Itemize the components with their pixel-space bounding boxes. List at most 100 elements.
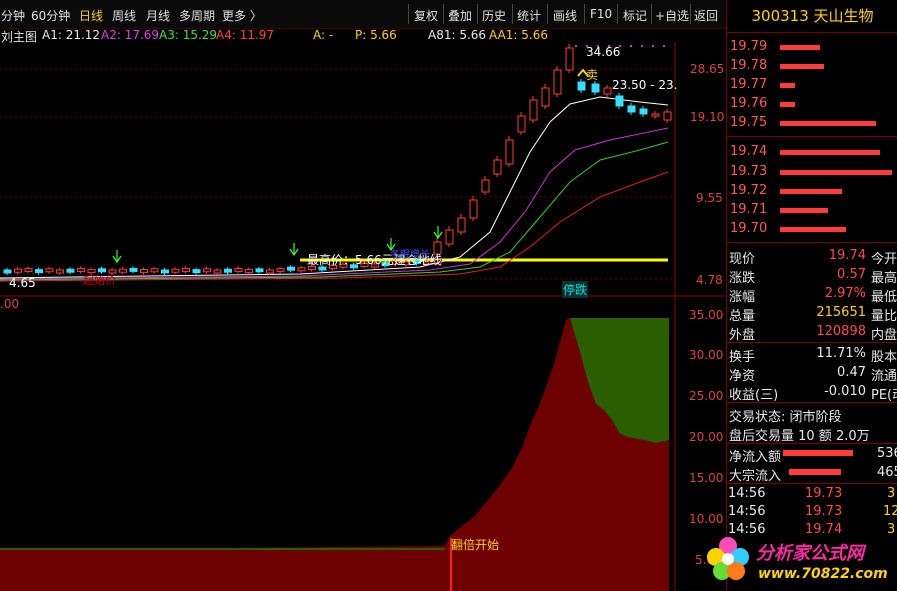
flow-value: 465 bbox=[877, 465, 897, 480]
history-button[interactable]: 历史 bbox=[482, 7, 506, 24]
candle bbox=[541, 87, 550, 107]
sub-top-label: .00 bbox=[0, 297, 20, 311]
indicator-p: P: 5.66 bbox=[355, 28, 397, 42]
divider bbox=[617, 4, 618, 24]
bid-row[interactable]: 19.72 bbox=[727, 181, 897, 200]
sub-area-red bbox=[0, 318, 669, 591]
double-start-label: 翻倍开始 bbox=[451, 538, 500, 552]
candle bbox=[224, 268, 232, 273]
quote-row: 净资 0.47 流通 bbox=[727, 363, 897, 384]
divider bbox=[727, 136, 897, 137]
statistics-button[interactable]: 统计 bbox=[517, 7, 541, 24]
quote-value: 215651 bbox=[816, 305, 866, 320]
watermark-url: www.70822.com bbox=[758, 566, 888, 582]
ask-row[interactable]: 19.76 bbox=[727, 94, 897, 113]
bid-row[interactable]: 19.73 bbox=[727, 162, 897, 181]
y-label-sub: 20.00 bbox=[689, 430, 724, 444]
candle bbox=[651, 113, 660, 117]
ask-bar bbox=[780, 64, 824, 69]
ask-price: 19.76 bbox=[730, 96, 768, 111]
bid-row[interactable]: 19.74 bbox=[727, 142, 897, 161]
bid-bar bbox=[780, 208, 828, 213]
ask-bar bbox=[780, 83, 795, 88]
candle bbox=[192, 269, 201, 274]
tab-more[interactable]: 更多 〉 bbox=[222, 7, 262, 24]
tick-price: 19.73 bbox=[805, 486, 843, 501]
restore-rights-button[interactable]: 复权 bbox=[414, 7, 438, 24]
indicator-a1: A1: 21.12 bbox=[42, 28, 101, 42]
tick-row: 14:56 19.73 3 bbox=[727, 485, 897, 503]
ask-row[interactable]: 19.77 bbox=[727, 75, 897, 94]
quote-panel: 300313 天山生物 19.79 19.78 19.77 19.76 19.7… bbox=[726, 0, 897, 591]
candle bbox=[276, 268, 285, 273]
quote-row: 收益(三) -0.010 PE(动) bbox=[727, 382, 897, 403]
divider bbox=[727, 402, 897, 403]
down-arrow-icon bbox=[433, 226, 443, 240]
candle bbox=[213, 269, 222, 274]
ask-price: 19.75 bbox=[730, 115, 768, 130]
candle bbox=[565, 47, 574, 71]
candle bbox=[129, 267, 138, 272]
after-hours: 盘后交易量 10 额 2.0万 bbox=[727, 423, 897, 444]
candle bbox=[140, 269, 148, 274]
tab-weekly[interactable]: 周线 bbox=[112, 7, 136, 24]
candle bbox=[529, 99, 538, 121]
candle bbox=[35, 269, 43, 274]
y-label-main: 4.78 bbox=[696, 273, 723, 287]
bid-price: 19.74 bbox=[730, 144, 768, 159]
bid-row[interactable]: 19.71 bbox=[727, 200, 897, 219]
candle bbox=[577, 81, 586, 91]
y-label-main: 9.55 bbox=[696, 191, 723, 205]
bid-bar bbox=[780, 150, 880, 155]
quote-value: 11.71% bbox=[816, 346, 866, 361]
mark-button[interactable]: 标记 bbox=[623, 7, 647, 24]
bid-price: 19.72 bbox=[730, 183, 768, 198]
quote-row: 总量 215651 量比 bbox=[727, 303, 897, 324]
quote-value: 19.74 bbox=[828, 248, 866, 263]
candle bbox=[182, 267, 190, 272]
tab-minute[interactable]: 分钟 bbox=[1, 7, 25, 24]
indicator-a81: A81: 5.66 bbox=[428, 28, 487, 42]
divider bbox=[512, 4, 513, 24]
ask-row[interactable]: 19.78 bbox=[727, 56, 897, 75]
tick-row: 14:56 19.73 12 bbox=[727, 503, 897, 521]
overlay-button[interactable]: 叠加 bbox=[448, 7, 472, 24]
divider bbox=[651, 4, 652, 24]
flow-bar bbox=[789, 469, 841, 475]
stock-title[interactable]: 300313 天山生物 bbox=[727, 0, 897, 33]
candle bbox=[297, 267, 306, 272]
candle bbox=[14, 268, 22, 273]
tick-volume: 12 bbox=[883, 504, 897, 519]
candle bbox=[45, 268, 54, 273]
ask-row[interactable]: 19.79 bbox=[727, 37, 897, 56]
watermark: 分析家公式网 www.70822.com bbox=[700, 527, 897, 591]
period-toolbar: 分钟 60分钟 日线 周线 月线 多周期 更多 〉 复权 叠加 历史 统计 画线… bbox=[0, 0, 726, 29]
quote-right-label: PE(动) bbox=[871, 388, 897, 403]
tab-daily[interactable]: 日线 bbox=[79, 7, 103, 24]
after-hours-text: 盘后交易量 10 额 2.0万 bbox=[729, 429, 870, 444]
tab-60min[interactable]: 60分钟 bbox=[31, 7, 70, 24]
start-price-label: 起始价 bbox=[83, 274, 116, 287]
divider bbox=[727, 342, 897, 343]
ask-row[interactable]: 19.75 bbox=[727, 113, 897, 132]
back-button[interactable]: 返回 bbox=[694, 7, 718, 24]
tab-multi-period[interactable]: 多周期 bbox=[179, 7, 215, 24]
add-watchlist-button[interactable]: +自选 bbox=[655, 7, 689, 24]
ask-price: 19.79 bbox=[730, 39, 768, 54]
bid-row[interactable]: 19.70 bbox=[727, 219, 897, 238]
divider bbox=[477, 4, 478, 24]
draw-line-button[interactable]: 画线 bbox=[553, 7, 577, 24]
flow-label: 大宗流入 bbox=[729, 469, 782, 484]
candle bbox=[24, 267, 33, 272]
candle bbox=[481, 179, 490, 193]
candle bbox=[517, 115, 526, 133]
candle bbox=[150, 268, 159, 273]
candle bbox=[493, 159, 502, 175]
tab-monthly[interactable]: 月线 bbox=[146, 7, 170, 24]
small-label: 冬眠增长 bbox=[390, 250, 430, 261]
candle bbox=[591, 83, 600, 93]
quote-value: 120898 bbox=[816, 324, 866, 339]
f10-button[interactable]: F10 bbox=[590, 7, 612, 21]
candle bbox=[3, 269, 12, 274]
watermark-name: 分析家公式网 bbox=[756, 543, 864, 564]
